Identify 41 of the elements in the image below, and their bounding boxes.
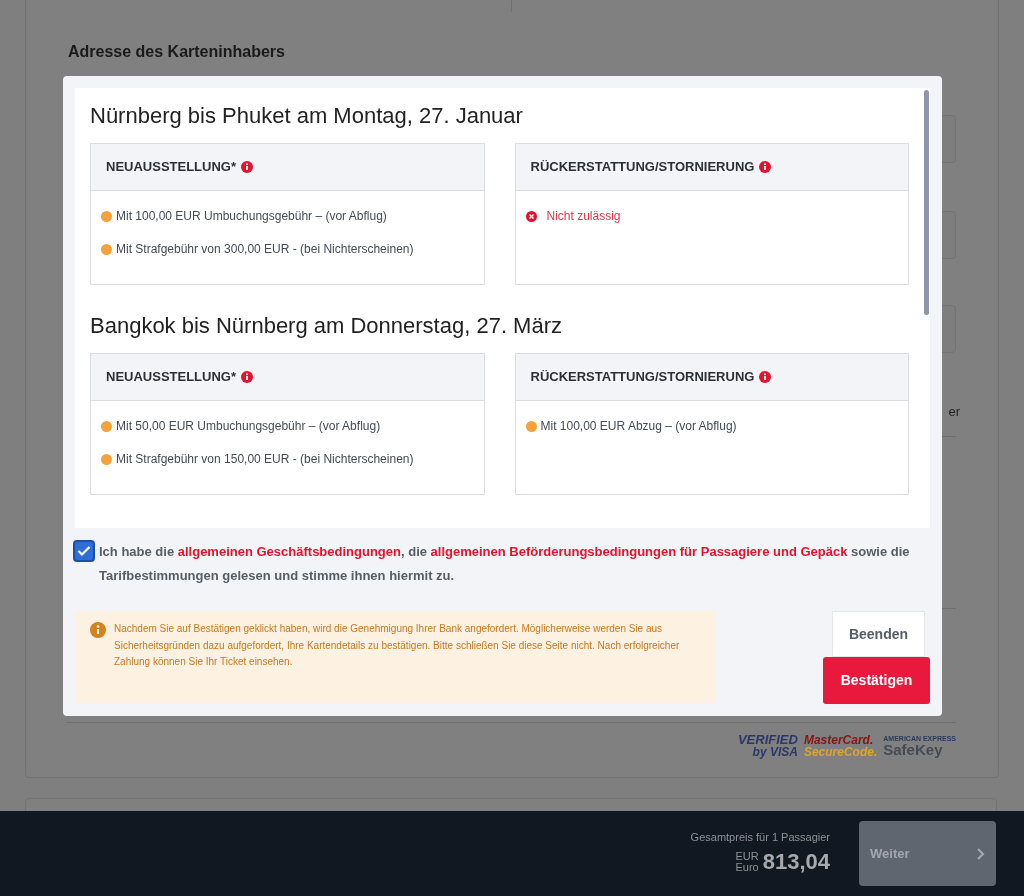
checkbox[interactable] <box>73 540 95 562</box>
terms-link[interactable]: allgemeinen Geschäftsbedingungen <box>177 544 401 559</box>
info-icon[interactable] <box>759 161 772 173</box>
rule-text: Mit Strafgebühr von 150,00 EUR - (bei Nichterscheinen) <box>116 451 414 468</box>
flight-title: Bangkok bis Nürnberg am Donnerstag, 27. März <box>90 312 563 340</box>
coin-icon <box>101 210 112 222</box>
rule-text: Mit 100,00 EUR Abzug – (vor Abflug) <box>540 418 737 435</box>
info-icon[interactable] <box>759 371 772 383</box>
coin-icon <box>101 453 112 465</box>
chevron-right-icon <box>976 846 985 861</box>
coin-icon <box>101 420 112 432</box>
info-icon[interactable] <box>241 161 253 173</box>
total-price: 813,04 <box>762 848 830 877</box>
panel-heading: NEUAUSSTELLUNG* <box>106 158 236 177</box>
panel-heading: NEUAUSSTELLUNG* <box>106 368 236 387</box>
flight-title: Nürnberg bis Phuket am Montag, 27. Januar <box>90 102 524 130</box>
verified-by-visa-logo: VERIFIED by VISA <box>737 733 798 758</box>
rule-text: Mit 50,00 EUR Umbuchungsgebühr – (vor Abflug) <box>116 418 381 435</box>
currency-code: EUR <box>735 850 759 862</box>
cancel-button[interactable]: Beenden <box>832 611 925 657</box>
checkmark-icon <box>77 545 91 557</box>
cross-circle-icon <box>525 210 537 222</box>
notice-text: Nachdem Sie auf Bestätigen geklickt haben, wird die Genehmigung Ihrer Bank angefordert. Möglicherweise werden Sie aus Sicherheitsgründen dazu aufgefordert, Ihre Kartendetails zu bestätigen. Bitte schließen Sie diese Seite nicht. Nach erfolgreicher Zahlung können Sie Ihr Ticket einsehen. <box>114 622 681 669</box>
rule-text: Mit Strafgebühr von 300,00 EUR - (bei Nichterscheinen) <box>116 241 414 258</box>
rule-text: Mit 100,00 EUR Umbuchungsgebühr – (vor Abflug) <box>116 208 387 225</box>
section-heading: Adresse des Karteninhabers <box>68 42 285 62</box>
panel-heading: RÜCKERSTATTUNG/STORNIERUNG <box>530 158 755 177</box>
panel-heading: RÜCKERSTATTUNG/STORNIERUNG <box>530 368 755 387</box>
terms-link[interactable]: allgemeinen Beförderungsbedingungen für Passagiere und Gepäck <box>430 544 848 559</box>
securecode-logo: MasterCard. SecureCode. <box>803 733 878 758</box>
info-icon[interactable] <box>241 371 253 383</box>
coin-icon <box>525 420 537 432</box>
coin-icon <box>101 243 112 255</box>
currency-name: Euro <box>735 861 759 873</box>
confirm-button[interactable]: Bestätigen <box>823 657 930 704</box>
field-label: er <box>948 403 960 421</box>
rule-text: Nicht zulässig <box>546 208 621 225</box>
info-icon <box>90 622 106 638</box>
total-label: Gesamtpreis für 1 Passagier <box>690 829 830 845</box>
scrollbar-thumb[interactable] <box>924 90 929 315</box>
consent-text: Ich habe die allgemeinen Geschäftsbedingungen, die allgemeinen Beförderungsbedingungen für Passagiere und Gepäck sowie die Tarifbestimmungen gelesen und stimme ihnen hiermit zu. <box>99 543 911 585</box>
